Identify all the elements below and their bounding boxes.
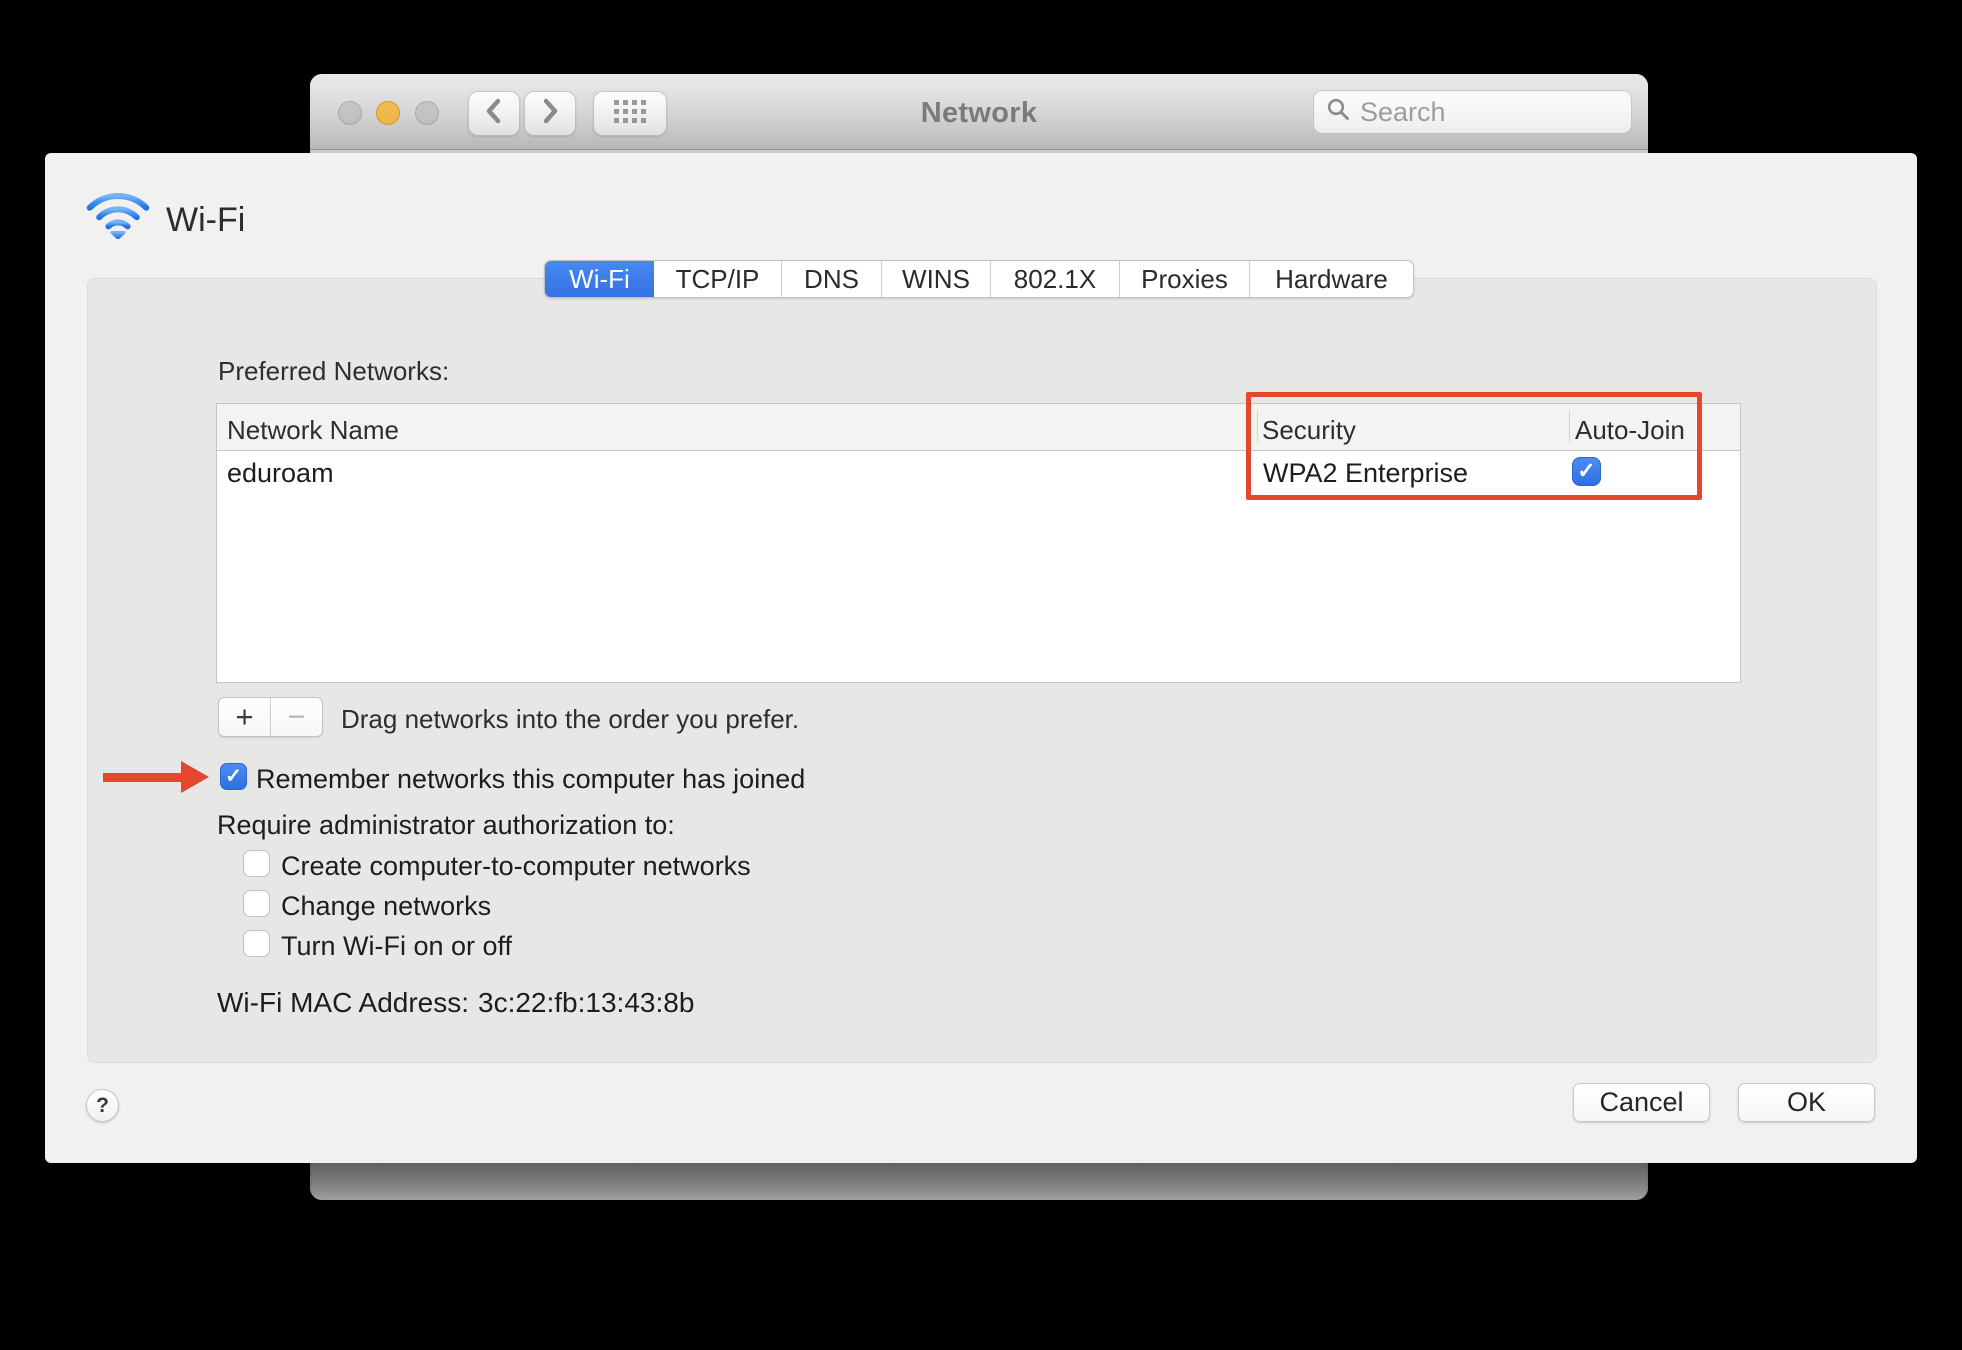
- tab-hardware[interactable]: Hardware: [1249, 261, 1413, 297]
- cancel-button[interactable]: Cancel: [1573, 1083, 1710, 1122]
- turn-wifi-checkbox[interactable]: [243, 930, 270, 957]
- page-title: Wi-Fi: [166, 201, 245, 240]
- tab-wins[interactable]: WINS: [881, 261, 990, 297]
- column-header-network-name: Network Name: [227, 415, 399, 446]
- tab-bar: Wi-Fi TCP/IP DNS WINS 802.1X Proxies Har…: [544, 260, 1414, 298]
- tab-dns[interactable]: DNS: [781, 261, 881, 297]
- create-networks-label: Create computer-to-computer networks: [281, 851, 751, 882]
- help-button[interactable]: ?: [86, 1089, 119, 1122]
- wifi-settings-dialog: Wi-Fi Wi-Fi TCP/IP DNS WINS 802.1X Proxi…: [45, 153, 1917, 1163]
- screen: Network Search: [0, 0, 1962, 1350]
- tab-wifi[interactable]: Wi-Fi: [545, 261, 654, 297]
- titlebar[interactable]: Network Search: [310, 74, 1648, 150]
- mac-address-label: Wi-Fi MAC Address:: [217, 987, 469, 1019]
- add-network-button[interactable]: +: [219, 698, 271, 736]
- annotation-highlight-rect: [1246, 392, 1702, 500]
- wifi-icon: [85, 187, 151, 244]
- remove-network-button[interactable]: −: [271, 698, 322, 736]
- change-networks-checkbox[interactable]: [243, 890, 270, 917]
- search-input[interactable]: Search: [1313, 90, 1632, 134]
- require-admin-label: Require administrator authorization to:: [217, 810, 675, 841]
- drag-hint-text: Drag networks into the order you prefer.: [341, 704, 799, 735]
- search-placeholder: Search: [1360, 97, 1446, 128]
- change-networks-label: Change networks: [281, 891, 491, 922]
- preferred-networks-label: Preferred Networks:: [218, 356, 449, 387]
- tab-proxies[interactable]: Proxies: [1119, 261, 1249, 297]
- annotation-arrow-head: [181, 761, 209, 793]
- remember-networks-checkbox[interactable]: [220, 763, 247, 790]
- tab-tcpip[interactable]: TCP/IP: [654, 261, 781, 297]
- create-networks-checkbox[interactable]: [243, 850, 270, 877]
- search-icon: [1326, 97, 1351, 127]
- tab-8021x[interactable]: 802.1X: [990, 261, 1119, 297]
- network-name-cell: eduroam: [227, 458, 334, 489]
- mac-address-value: 3c:22:fb:13:43:8b: [478, 987, 694, 1019]
- turn-wifi-label: Turn Wi-Fi on or off: [281, 931, 512, 962]
- ok-button[interactable]: OK: [1738, 1083, 1875, 1122]
- annotation-arrow: [103, 773, 183, 782]
- window-bottom-edge: [310, 1158, 1648, 1200]
- remember-networks-label: Remember networks this computer has join…: [256, 764, 805, 795]
- add-remove-segmented-control: + −: [218, 697, 323, 737]
